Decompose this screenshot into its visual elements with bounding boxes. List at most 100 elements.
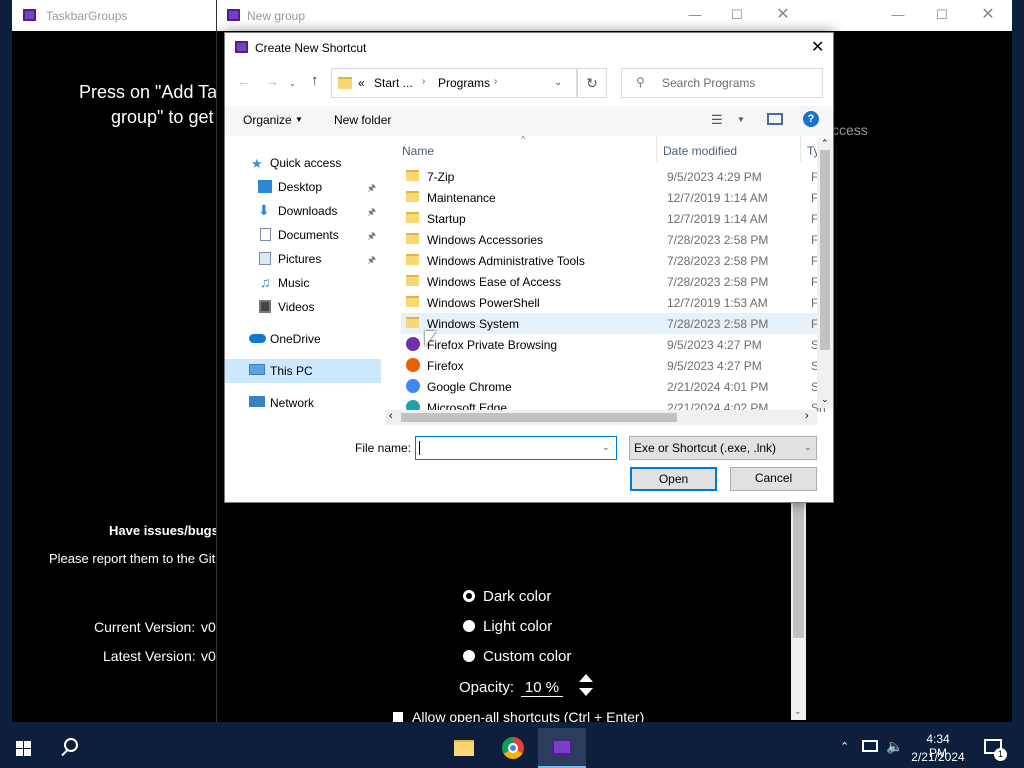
column-header-name[interactable]: Name: [402, 144, 434, 158]
nav-pictures[interactable]: Pictures 🖈: [225, 247, 381, 271]
new-group-minimize-icon[interactable]: —: [685, 6, 705, 26]
nav-documents[interactable]: Documents 🖈: [225, 223, 381, 247]
music-icon: ♫: [260, 274, 271, 290]
new-group-scrollbar-thumb[interactable]: [793, 502, 804, 638]
volume-muted-icon[interactable]: 🔈: [886, 738, 903, 755]
dialog-close-icon[interactable]: ✕: [811, 37, 824, 57]
up-folder-icon[interactable]: ↑: [311, 72, 319, 89]
start-button[interactable]: [0, 728, 48, 768]
scroll-down-icon[interactable]: ⌄: [821, 394, 829, 405]
organize-dropdown-icon[interactable]: ▼: [295, 115, 303, 124]
scroll-right-icon[interactable]: ›: [805, 410, 809, 422]
breadcrumb-programs[interactable]: Programs: [438, 76, 490, 90]
file-list-item[interactable]: Windows Accessories 7/28/2023 2:58 PM Fi: [401, 229, 831, 250]
close-icon[interactable]: ✕: [978, 6, 998, 26]
search-button[interactable]: [48, 728, 96, 768]
file-type-dropdown-icon[interactable]: ⌄: [804, 442, 812, 453]
file-list-item[interactable]: Startup 12/7/2019 1:14 AM Fi: [401, 208, 831, 229]
breadcrumb-chevron-icon[interactable]: ›: [494, 76, 497, 87]
issues-text: Please report them to the Git: [49, 551, 216, 566]
right-side-text: ccess: [832, 122, 868, 138]
back-icon[interactable]: ←: [237, 73, 251, 89]
preview-pane-icon[interactable]: [767, 113, 783, 125]
file-list-vscrollbar[interactable]: ⌃ ⌄: [817, 138, 833, 408]
chrome-taskbar-button[interactable]: [489, 728, 537, 768]
navigation-pane: ★ Quick access Desktop 🖈 ⬇ Downloads 🖈 D…: [225, 151, 381, 431]
network-icon: [249, 396, 265, 407]
file-list-item[interactable]: Firefox9/5/2023 4:27 PMSh: [401, 355, 831, 376]
pin-icon: 🖈: [367, 255, 377, 266]
address-dropdown-icon[interactable]: ⌄: [554, 77, 562, 88]
refresh-icon[interactable]: ↻: [577, 68, 607, 98]
organize-button[interactable]: Organize: [243, 113, 292, 127]
scroll-down-arrow-icon[interactable]: ⌄: [794, 706, 802, 717]
scroll-up-icon[interactable]: ⌃: [821, 138, 829, 149]
breadcrumb-prefix[interactable]: «: [358, 76, 365, 90]
address-bar[interactable]: « Start ... › Programs › ⌄: [331, 68, 577, 98]
hscrollbar-thumb[interactable]: [401, 413, 677, 422]
file-explorer-taskbar-button[interactable]: [440, 728, 488, 768]
breadcrumb-start[interactable]: Start ...: [374, 76, 413, 90]
nav-quick-access[interactable]: ★ Quick access: [225, 151, 381, 175]
show-hidden-icons-icon[interactable]: ⌃: [840, 740, 849, 753]
network-tray-icon[interactable]: [862, 740, 878, 752]
nav-downloads[interactable]: ⬇ Downloads 🖈: [225, 199, 381, 223]
opacity-up-icon[interactable]: [579, 674, 593, 682]
scroll-left-icon[interactable]: ‹: [389, 410, 393, 422]
file-list-item[interactable]: Windows Ease of Access 7/28/2023 2:58 PM F…: [401, 271, 831, 292]
forward-icon[interactable]: →: [265, 73, 279, 89]
file-list-hscrollbar[interactable]: ‹ ›: [385, 410, 817, 425]
new-group-scrollbar[interactable]: ⌄: [791, 502, 806, 720]
recent-locations-icon[interactable]: ⌄: [289, 79, 296, 88]
breadcrumb-chevron-icon[interactable]: ›: [422, 76, 425, 87]
column-header-date[interactable]: Date modified: [663, 144, 737, 158]
this-pc-icon: [249, 364, 265, 375]
file-list: ^ Name Date modified Ty 7-Zip 9/5/2023 4:…: [401, 136, 833, 426]
file-date: 7/28/2023 2:58 PM: [667, 275, 769, 289]
open-button[interactable]: Open: [630, 467, 717, 491]
search-input[interactable]: ⚲ Search Programs: [621, 68, 823, 98]
column-divider: [800, 136, 801, 162]
minimize-icon[interactable]: —: [888, 6, 908, 26]
file-type-select[interactable]: Exe or Shortcut (.exe, .lnk) ⌄: [629, 436, 817, 460]
opacity-down-icon[interactable]: [579, 688, 593, 696]
dark-color-label: Dark color: [483, 588, 552, 605]
light-color-radio[interactable]: [463, 620, 475, 632]
nav-onedrive[interactable]: OneDrive: [225, 327, 381, 351]
custom-color-radio[interactable]: [463, 650, 475, 662]
taskbargroups-taskbar-button[interactable]: [538, 728, 586, 768]
view-dropdown-icon[interactable]: ▼: [737, 115, 745, 124]
search-placeholder: Search Programs: [662, 76, 756, 90]
intro-text-line1: Press on "Add Ta: [79, 82, 218, 102]
clock-date[interactable]: 2/21/2024: [908, 750, 968, 764]
view-options-icon[interactable]: ☰: [711, 112, 723, 128]
new-folder-button[interactable]: New folder: [334, 113, 391, 127]
light-color-label: Light color: [483, 618, 553, 635]
file-list-item[interactable]: Windows Administrative Tools 7/28/2023 2:…: [401, 250, 831, 271]
current-version-label: Current Version:: [94, 619, 196, 635]
folder-icon: [406, 233, 419, 244]
file-list-item[interactable]: Firefox Private Browsing 9/5/2023 4:27 PM…: [401, 334, 831, 355]
opacity-input[interactable]: 10 %: [521, 679, 563, 697]
dark-color-radio[interactable]: [463, 590, 475, 602]
allow-open-all-checkbox[interactable]: [393, 712, 403, 722]
new-group-maximize-icon[interactable]: ☐: [727, 6, 747, 26]
file-list-item[interactable]: Maintenance 12/7/2019 1:14 AM Fi: [401, 187, 831, 208]
file-list-item[interactable]: Windows PowerShell 12/7/2019 1:53 AM Fi: [401, 292, 831, 313]
nav-music[interactable]: ♫ Music: [225, 271, 381, 295]
help-icon[interactable]: ?: [803, 111, 819, 127]
new-group-close-icon[interactable]: ✕: [773, 6, 793, 26]
nav-desktop[interactable]: Desktop 🖈: [225, 175, 381, 199]
nav-label: Desktop: [278, 180, 323, 194]
maximize-icon[interactable]: ☐: [932, 6, 952, 26]
file-name-dropdown-icon[interactable]: ⌄: [602, 442, 610, 453]
file-list-item[interactable]: 7-Zip 9/5/2023 4:29 PM Fi: [401, 166, 831, 187]
vscrollbar-thumb[interactable]: [820, 150, 830, 350]
file-name-input[interactable]: ⌄: [415, 436, 617, 460]
file-list-item[interactable]: Windows System 7/28/2023 2:58 PM Fi: [401, 313, 831, 334]
nav-videos[interactable]: Videos: [225, 295, 381, 319]
nav-this-pc[interactable]: This PC: [225, 359, 381, 383]
cancel-button[interactable]: Cancel: [730, 467, 817, 491]
nav-network[interactable]: Network: [225, 391, 381, 415]
file-list-item[interactable]: Google Chrome2/21/2024 4:01 PMSh: [401, 376, 831, 397]
